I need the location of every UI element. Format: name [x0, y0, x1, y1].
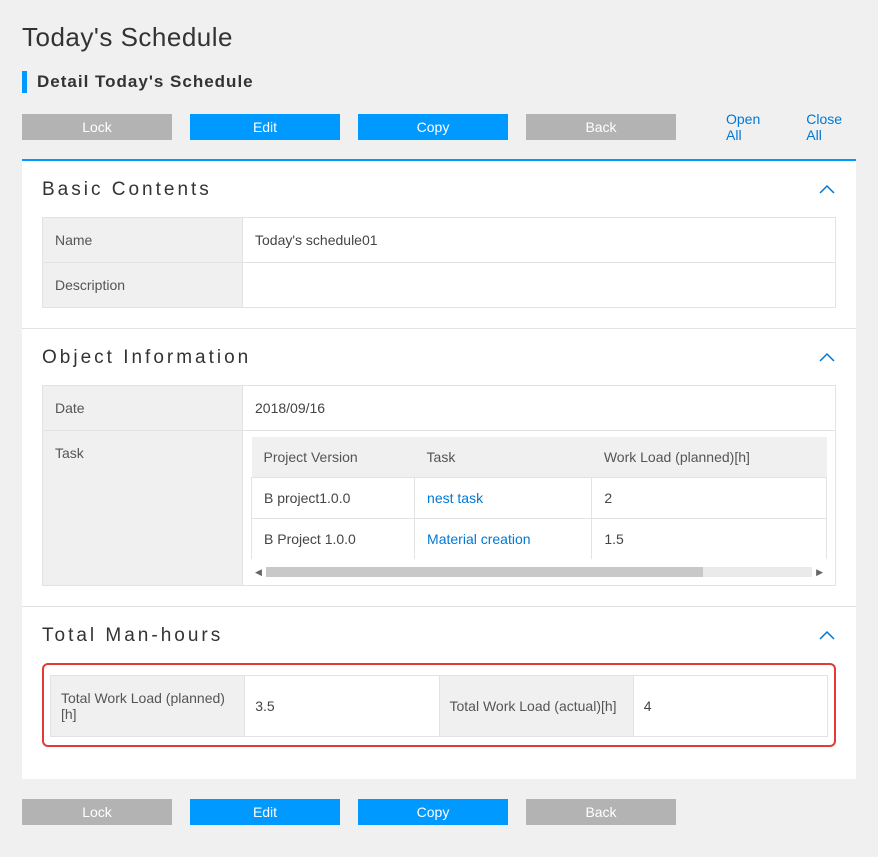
- scroll-left-icon[interactable]: ◀: [251, 567, 266, 578]
- content-panel: Basic Contents Name Today's schedule01 D…: [22, 159, 856, 779]
- section-title-basic: Basic Contents: [42, 179, 212, 201]
- top-toolbar: Lock Edit Copy Back Open All Close All: [22, 111, 856, 143]
- task-link[interactable]: Material creation: [427, 531, 531, 547]
- date-label: Date: [43, 386, 243, 431]
- actual-value: 4: [633, 676, 827, 737]
- collapse-icon[interactable]: [818, 180, 836, 201]
- cell-workload: 1.5: [592, 519, 827, 560]
- object-info-table: Date 2018/09/16 Task Project Version Tas…: [42, 385, 836, 586]
- subtitle-row: Detail Today's Schedule: [22, 71, 856, 93]
- lock-button[interactable]: Lock: [22, 799, 172, 825]
- collapse-icon[interactable]: [818, 348, 836, 369]
- description-value: [243, 263, 836, 308]
- planned-value: 3.5: [245, 676, 439, 737]
- page-subtitle: Detail Today's Schedule: [37, 72, 254, 92]
- lock-button[interactable]: Lock: [22, 114, 172, 140]
- scroll-thumb[interactable]: [266, 567, 703, 577]
- actual-label: Total Work Load (actual)[h]: [439, 676, 633, 737]
- collapse-icon[interactable]: [818, 626, 836, 647]
- bottom-toolbar: Lock Edit Copy Back: [22, 799, 856, 825]
- copy-button[interactable]: Copy: [358, 799, 508, 825]
- back-button[interactable]: Back: [526, 114, 676, 140]
- back-button[interactable]: Back: [526, 799, 676, 825]
- section-basic-contents: Basic Contents Name Today's schedule01 D…: [22, 161, 856, 329]
- cell-project-version: B project1.0.0: [252, 478, 415, 519]
- scroll-track[interactable]: [266, 567, 812, 577]
- edit-button[interactable]: Edit: [190, 114, 340, 140]
- totals-table: Total Work Load (planned)[h] 3.5 Total W…: [50, 675, 828, 737]
- table-row: B Project 1.0.0 Material creation 1.5: [252, 519, 827, 560]
- task-label: Task: [43, 431, 243, 586]
- horizontal-scrollbar[interactable]: ◀ ▶: [251, 565, 827, 579]
- section-title-totals: Total Man-hours: [42, 625, 223, 647]
- accent-bar: [22, 71, 27, 93]
- col-workload: Work Load (planned)[h]: [592, 437, 827, 478]
- close-all-link[interactable]: Close All: [806, 111, 856, 143]
- basic-contents-table: Name Today's schedule01 Description: [42, 217, 836, 308]
- section-total-man-hours: Total Man-hours Total Work Load (planned…: [22, 607, 856, 761]
- task-link[interactable]: nest task: [427, 490, 483, 506]
- date-value: 2018/09/16: [243, 386, 836, 431]
- table-row: B project1.0.0 nest task 2: [252, 478, 827, 519]
- name-value: Today's schedule01: [243, 218, 836, 263]
- col-project-version: Project Version: [252, 437, 415, 478]
- section-title-object: Object Information: [42, 347, 251, 369]
- name-label: Name: [43, 218, 243, 263]
- scroll-right-icon[interactable]: ▶: [812, 567, 827, 578]
- planned-label: Total Work Load (planned)[h]: [51, 676, 245, 737]
- cell-workload: 2: [592, 478, 827, 519]
- open-all-link[interactable]: Open All: [726, 111, 774, 143]
- section-object-information: Object Information Date 2018/09/16 Task: [22, 329, 856, 607]
- col-task: Task: [415, 437, 592, 478]
- edit-button[interactable]: Edit: [190, 799, 340, 825]
- totals-highlight-box: Total Work Load (planned)[h] 3.5 Total W…: [42, 663, 836, 747]
- description-label: Description: [43, 263, 243, 308]
- task-table: Project Version Task Work Load (planned)…: [251, 437, 827, 559]
- cell-project-version: B Project 1.0.0: [252, 519, 415, 560]
- copy-button[interactable]: Copy: [358, 114, 508, 140]
- page-title: Today's Schedule: [22, 22, 856, 53]
